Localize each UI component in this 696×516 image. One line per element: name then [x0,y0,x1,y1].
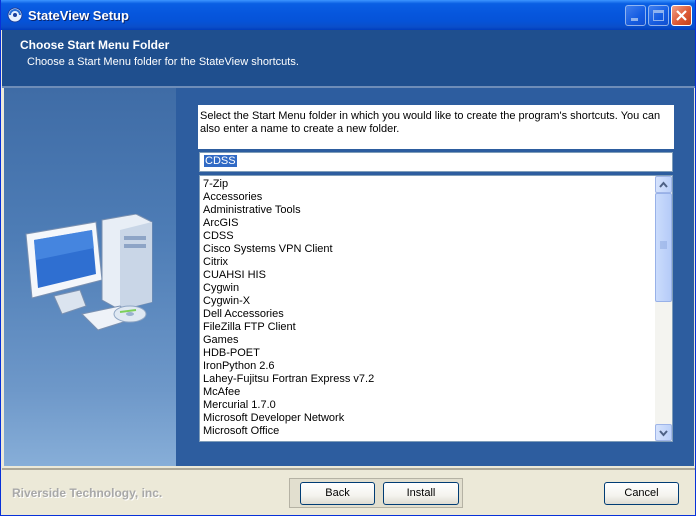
folder-list-item[interactable]: ArcGIS [203,217,651,230]
company-branding: Riverside Technology, inc. [12,486,163,500]
folder-list-item[interactable]: FileZilla FTP Client [203,321,651,334]
cancel-button[interactable]: Cancel [604,482,679,505]
folder-list-item[interactable]: Administrative Tools [203,204,651,217]
folder-list-item[interactable]: Dell Accessories [203,308,651,321]
close-icon [676,10,687,21]
folder-listbox[interactable]: 7-Zip Accessories Administrative Tools ArcG… [199,175,673,442]
scroll-up-button[interactable] [655,176,672,193]
thumb-grip-icon [660,241,667,249]
folder-list-item[interactable]: Accessories [203,191,651,204]
scroll-down-button[interactable] [655,424,672,441]
folder-list-item[interactable]: 7-Zip [203,178,651,191]
list-scrollbar[interactable] [655,176,672,441]
folder-list-item[interactable]: IronPython 2.6 [203,360,651,373]
folder-list: 7-Zip Accessories Administrative Tools ArcG… [203,178,651,438]
folder-list-item[interactable]: Lahey-Fujitsu Fortran Express v7.2 [203,373,651,386]
window-title: StateView Setup [28,8,129,23]
maximize-button[interactable] [648,5,669,26]
instructions-text: Select the Start Menu folder in which yo… [198,105,674,149]
scroll-thumb[interactable] [655,193,672,302]
scroll-up-icon [659,181,668,188]
setup-window: StateView Setup Choose Start Menu Folder… [0,0,696,516]
folder-list-item[interactable]: Games [203,334,651,347]
page-subtitle: Choose a Start Menu folder for the State… [27,56,299,68]
computer-illustration [25,214,153,331]
maximize-icon [653,10,664,21]
folder-list-item[interactable]: Cisco Systems VPN Client [203,243,651,256]
folder-input-value: CDSS [204,155,237,167]
start-menu-folder-input[interactable]: CDSS [199,152,673,172]
close-button[interactable] [671,5,692,26]
side-banner [4,88,176,466]
scroll-down-icon [659,430,668,437]
minimize-button[interactable] [625,5,646,26]
title-bar[interactable]: StateView Setup [1,0,695,30]
back-button[interactable]: Back [300,482,375,505]
folder-list-item[interactable]: CUAHSI HIS [203,269,651,282]
page-title: Choose Start Menu Folder [20,38,170,52]
minimize-icon [631,18,638,21]
folder-list-item[interactable]: Citrix [203,256,651,269]
folder-list-item[interactable]: McAfee [203,386,651,399]
folder-list-item[interactable]: Microsoft Developer Network [203,412,651,425]
install-button[interactable]: Install [383,482,459,505]
folder-list-item[interactable]: Cygwin-X [203,295,651,308]
folder-list-item[interactable]: HDB-POET [203,347,651,360]
page-header: Choose Start Menu Folder Choose a Start … [2,30,695,86]
folder-list-item[interactable]: CDSS [203,230,651,243]
setup-app-icon [7,7,23,23]
folder-list-item[interactable]: Microsoft Office [203,425,651,438]
folder-list-item[interactable]: Cygwin [203,282,651,295]
folder-list-item[interactable]: Mercurial 1.7.0 [203,399,651,412]
